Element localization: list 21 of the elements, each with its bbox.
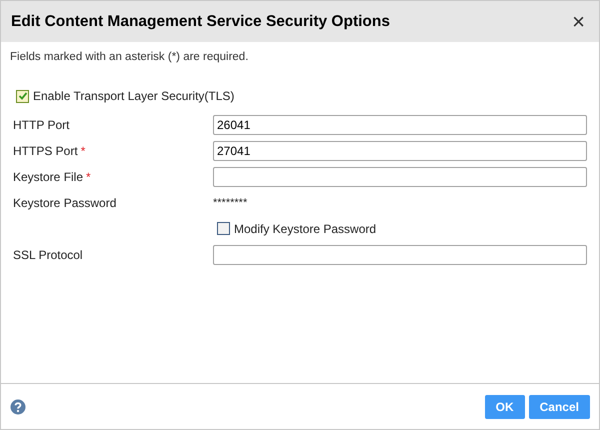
- input-field[interactable]: 27041: [213, 140, 587, 161]
- close-button[interactable]: ×: [568, 10, 589, 32]
- help-icon[interactable]: [10, 398, 26, 414]
- field-label: Keystore File: [13, 168, 84, 186]
- check-icon: [18, 91, 28, 102]
- required-mark: *: [86, 168, 91, 186]
- checkbox-label: Modify Keystore Password: [234, 220, 376, 238]
- checkbox-label: Enable Transport Layer Security(TLS): [33, 88, 234, 106]
- window-title: Edit Content Management Service Security Options: [11, 12, 390, 32]
- field-label: SSL Protocol: [13, 246, 83, 264]
- password-value: ********: [213, 196, 248, 210]
- input-field[interactable]: [213, 166, 587, 187]
- required-note: Fields marked with an asterisk (*) are required.: [10, 50, 250, 65]
- field-label: HTTP Port: [13, 116, 70, 134]
- checkbox[interactable]: [16, 90, 29, 103]
- field-label: Keystore Password: [13, 194, 118, 212]
- input-field[interactable]: 26041: [213, 114, 587, 135]
- checkbox[interactable]: [217, 222, 230, 236]
- field-label: HTTPS Port: [13, 142, 78, 160]
- required-mark: *: [80, 142, 86, 160]
- input-field[interactable]: [213, 244, 587, 265]
